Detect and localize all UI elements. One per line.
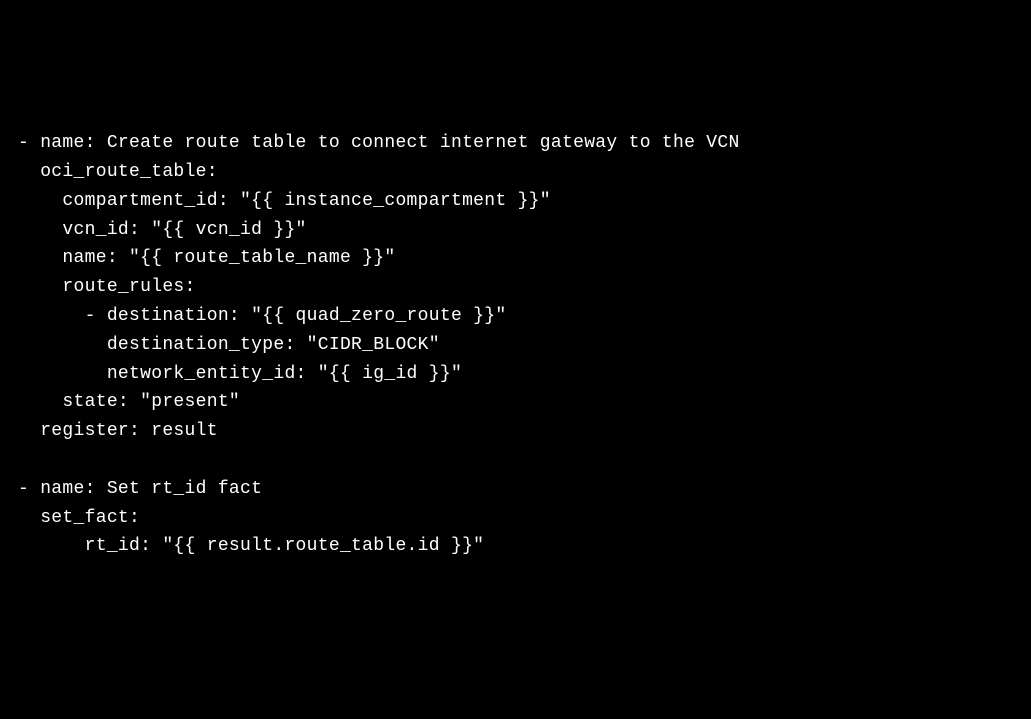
code-line: - name: Set rt_id fact — [18, 479, 262, 499]
code-line: vcn_id: "{{ vcn_id }}" — [18, 220, 307, 240]
code-line: - destination: "{{ quad_zero_route }}" — [18, 306, 506, 326]
code-line: destination_type: "CIDR_BLOCK" — [18, 335, 440, 355]
code-line: compartment_id: "{{ instance_compartment… — [18, 191, 551, 211]
code-line: - name: Create route table to connect in… — [18, 133, 740, 153]
code-line: route_rules: — [18, 277, 196, 297]
code-line: rt_id: "{{ result.route_table.id }}" — [18, 536, 484, 556]
code-line: network_entity_id: "{{ ig_id }}" — [18, 364, 462, 384]
code-line: state: "present" — [18, 392, 240, 412]
code-line: oci_route_table: — [18, 162, 218, 182]
code-line: set_fact: — [18, 508, 140, 528]
code-line: register: result — [18, 421, 218, 441]
code-line: name: "{{ route_table_name }}" — [18, 248, 395, 268]
code-block: - name: Create route table to connect in… — [18, 129, 1013, 561]
